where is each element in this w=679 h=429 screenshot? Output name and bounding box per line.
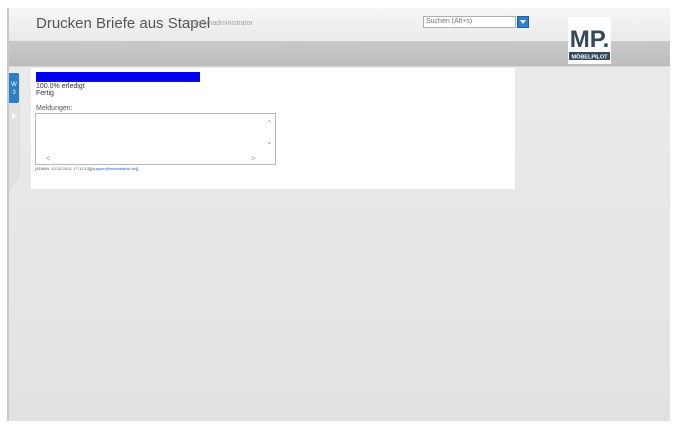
user-name: Systemadministrator	[189, 20, 253, 27]
progress-underline	[36, 81, 200, 82]
logo-text: MP.	[570, 26, 610, 53]
page-title: Drucken Briefe aus Stapel	[36, 15, 211, 32]
left-rail	[7, 8, 9, 421]
footer-user-timestamp: [ADMIN, 10.10.2014, 17:12:13]	[35, 166, 91, 171]
logo-subtext: MÖBELPILOT	[571, 54, 608, 61]
sidebar-tab[interactable]: W 3	[8, 72, 21, 203]
progress-fill	[36, 72, 200, 81]
search-input[interactable]	[423, 16, 516, 28]
footer-info: [ADMIN, 10.10.2014, 17:12:13][[support@m…	[35, 166, 138, 171]
progress-text: 100.0% erledigt	[36, 83, 85, 90]
svg-text:W: W	[11, 82, 17, 88]
app-window: Drucken Briefe aus Stapel Systemadminist…	[0, 0, 679, 429]
vertical-scrollbar[interactable]: ⌃ ⌄	[264, 114, 275, 155]
scroll-right-icon[interactable]: >	[251, 155, 256, 163]
scroll-down-icon[interactable]: ⌄	[266, 138, 273, 146]
moebelpilot-logo: MP. MÖBELPILOT	[568, 17, 611, 64]
scroll-left-icon[interactable]: <	[46, 155, 51, 163]
scroll-up-icon[interactable]: ⌃	[266, 120, 273, 128]
search-button[interactable]	[517, 16, 529, 28]
search-dropdown-icon	[520, 20, 526, 24]
status-text: Fertig	[36, 90, 54, 97]
progress-bar	[36, 72, 200, 81]
support-email-link[interactable]: [[support@moebelpilot.de]]	[90, 166, 138, 171]
horizontal-scrollbar[interactable]: < >	[36, 155, 264, 164]
messages-label: Meldungen:	[36, 105, 73, 112]
